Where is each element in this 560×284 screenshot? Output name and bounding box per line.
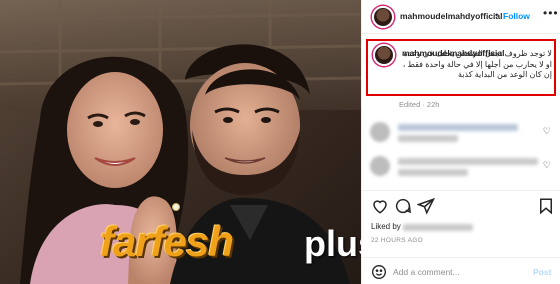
share-icon[interactable] bbox=[417, 197, 435, 215]
header-separator: • bbox=[495, 10, 499, 20]
caption-text: لا توجد ظروف تجعل الشخص يخلف في وعده او … bbox=[400, 49, 552, 81]
blurred-liker-name[interactable] bbox=[403, 224, 474, 232]
couple-photo-illustration bbox=[0, 0, 361, 284]
blurred-text bbox=[398, 158, 538, 165]
comment-input[interactable] bbox=[393, 265, 523, 279]
post-side-panel: mahmoudelmahdyofficial • Follow ••• mahm… bbox=[361, 0, 560, 284]
action-bar bbox=[362, 190, 560, 222]
author-username[interactable]: mahmoudelmahdyofficial bbox=[400, 11, 503, 21]
author-avatar[interactable] bbox=[372, 6, 394, 28]
post-comment-button[interactable]: Post bbox=[533, 267, 551, 277]
heart-icon[interactable] bbox=[371, 197, 389, 215]
blurred-text bbox=[398, 135, 458, 142]
comment-like-icon[interactable]: ♡ bbox=[543, 126, 551, 137]
comment-like-icon[interactable]: ♡ bbox=[543, 160, 551, 171]
follow-button[interactable]: Follow bbox=[503, 11, 530, 21]
post-header: mahmoudelmahdyofficial • Follow ••• bbox=[362, 0, 560, 34]
blurred-text bbox=[398, 169, 468, 176]
blurred-comment-row: ♡ bbox=[370, 118, 555, 146]
blurred-text bbox=[398, 124, 518, 131]
post-photo[interactable]: farfesh plus.com bbox=[0, 0, 361, 284]
liked-by-prefix: Liked by bbox=[371, 222, 401, 231]
caption-body: لا توجد ظروف تجعل الشخص يخلف في وعده او … bbox=[402, 49, 552, 79]
emoji-icon[interactable] bbox=[371, 264, 387, 280]
blurred-avatar bbox=[370, 156, 390, 176]
caption-author-avatar[interactable] bbox=[373, 44, 395, 66]
blurred-avatar bbox=[370, 122, 390, 142]
bookmark-icon[interactable] bbox=[537, 197, 555, 215]
comment-icon[interactable] bbox=[394, 197, 412, 215]
comment-bar: Post bbox=[362, 257, 560, 284]
post-timestamp: 22 HOURS AGO bbox=[371, 237, 424, 244]
liked-by: Liked by bbox=[371, 222, 474, 232]
caption-highlight: mahmoudelmahdyofficial لا توجد ظروف تجعل… bbox=[366, 39, 556, 96]
blurred-comment-row: ♡ bbox=[370, 152, 555, 180]
more-horizontal-icon[interactable]: ••• bbox=[543, 6, 559, 20]
caption-edited-time: Edited · 22h bbox=[399, 100, 440, 109]
